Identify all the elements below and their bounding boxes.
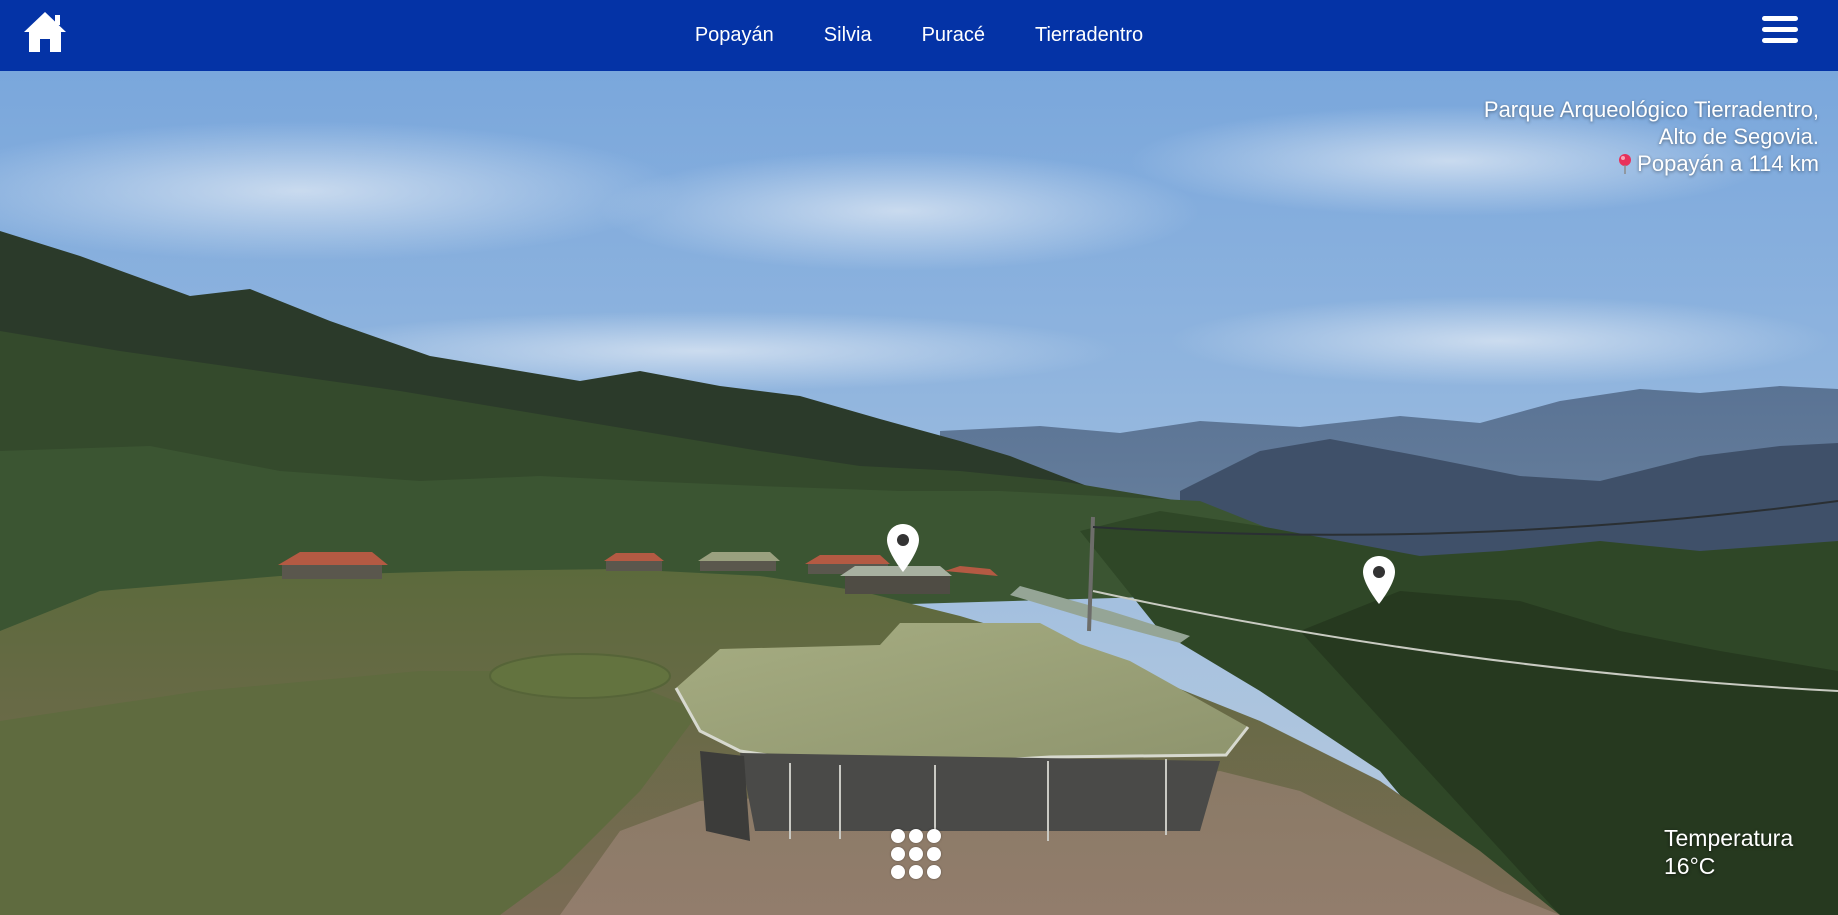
temperature-label: Temperatura (1664, 825, 1794, 851)
map-marker-icon[interactable] (1362, 555, 1396, 605)
panorama-viewer[interactable] (0, 71, 1838, 915)
nav-link-tierradentro[interactable]: Tierradentro (1010, 0, 1168, 71)
top-navigation-bar: Popayán Silvia Puracé Tierradentro (0, 0, 1838, 71)
temperature-value: 16°C (1664, 853, 1716, 879)
location-title-line1: Parque Arqueológico Tierradentro, (1483, 97, 1819, 122)
location-title-line2: Alto de Segovia. (1658, 124, 1819, 149)
nav-link-silvia[interactable]: Silvia (799, 0, 897, 71)
hamburger-menu-icon[interactable] (1762, 16, 1798, 48)
distance-text: Popayán a 114 km (1637, 151, 1819, 176)
map-marker-icon[interactable] (886, 523, 920, 573)
temperature-widget: Temperatura 16°C (1664, 824, 1793, 880)
distance-row: Popayán a 114 km (1617, 150, 1819, 177)
nav-link-popayan[interactable]: Popayán (670, 0, 799, 71)
location-info: Parque Arqueológico Tierradentro, Alto d… (1484, 96, 1819, 181)
panorama-image (0, 71, 1838, 915)
main-nav: Popayán Silvia Puracé Tierradentro (0, 0, 1838, 71)
map-pin-icon (1617, 153, 1633, 175)
grid-dots-icon[interactable] (891, 829, 945, 883)
nav-link-purace[interactable]: Puracé (897, 0, 1010, 71)
